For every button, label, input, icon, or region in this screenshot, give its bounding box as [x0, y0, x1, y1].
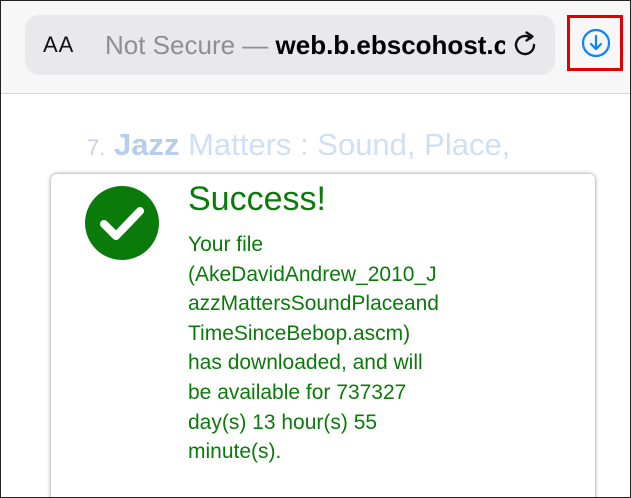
- dialog-message-line: TimeSinceBebop.ascm): [188, 321, 411, 345]
- url-security-label: Not Secure —: [105, 30, 276, 60]
- result-item-number: 7.: [87, 135, 106, 160]
- url-field[interactable]: Not Secure — web.b.ebscohost.com: [105, 15, 505, 75]
- dialog-message-line: (AkeDavidAndrew_2010_J: [188, 262, 437, 286]
- result-item-title[interactable]: 7. Jazz Matters : Sound, Place,: [87, 127, 510, 163]
- result-item-title-keyword: Jazz: [113, 127, 180, 162]
- download-highlight-box: [567, 15, 623, 71]
- checkmark-icon: [85, 186, 159, 260]
- address-bar[interactable]: AA Not Secure — web.b.ebscohost.com: [25, 15, 555, 75]
- text-size-label: AA: [43, 32, 75, 57]
- dialog-message: Your file (AkeDavidAndrew_2010_J azzMatt…: [188, 230, 518, 467]
- browser-window: AA Not Secure — web.b.ebscohost.com 7. J…: [0, 0, 631, 498]
- browser-toolbar: AA Not Secure — web.b.ebscohost.com: [1, 1, 630, 94]
- text-size-button[interactable]: AA: [43, 15, 74, 75]
- dialog-title: Success!: [188, 180, 326, 218]
- success-dialog: Success! Your file (AkeDavidAndrew_2010_…: [51, 174, 595, 497]
- reload-icon[interactable]: [509, 29, 541, 61]
- dialog-message-line: minute(s).: [188, 440, 282, 464]
- dialog-message-line: azzMattersSoundPlaceand: [188, 292, 439, 316]
- url-host: web.b.ebscohost.com: [275, 30, 505, 60]
- dialog-message-line: be available for 737327: [188, 380, 407, 404]
- dialog-message-line: day(s) 13 hour(s) 55: [188, 410, 378, 434]
- dialog-message-line: has downloaded, and will: [188, 351, 423, 375]
- result-item-title-rest: Matters : Sound, Place,: [179, 127, 511, 162]
- download-icon[interactable]: [581, 28, 611, 58]
- dialog-message-line: Your file: [188, 233, 264, 256]
